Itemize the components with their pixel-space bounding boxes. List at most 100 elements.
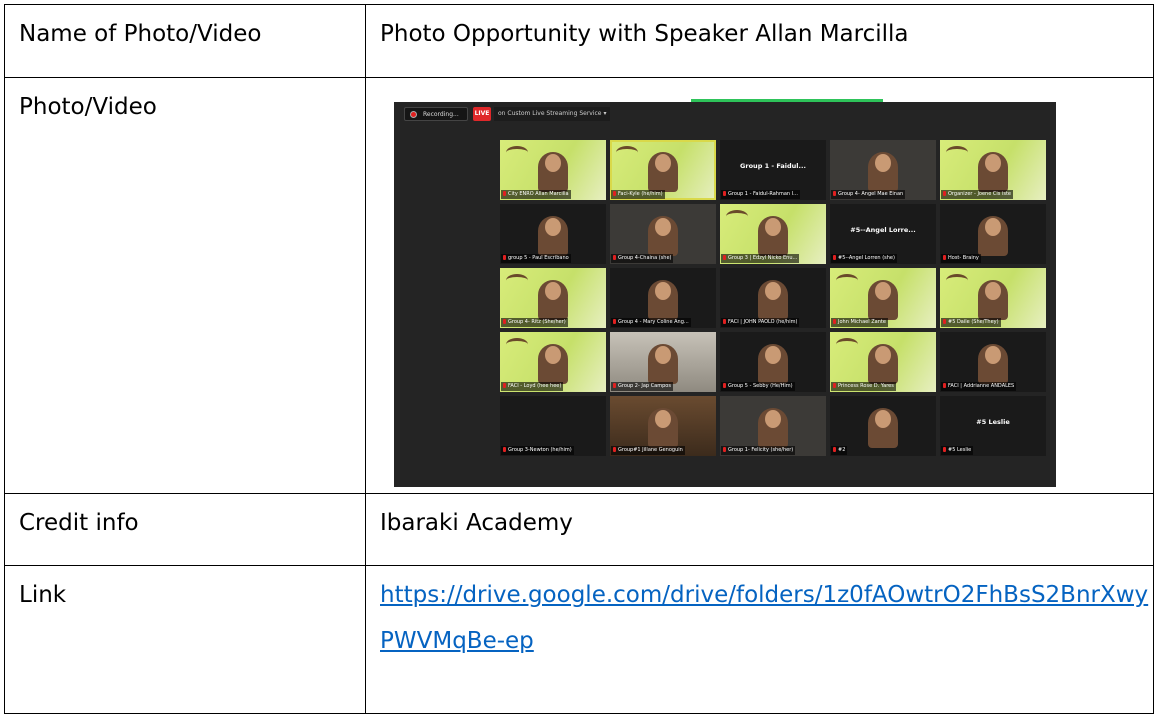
participant-tile: Princess Rose D. Yares <box>830 332 936 392</box>
muted-mic-icon <box>723 447 726 452</box>
stream-service-text: on Custom Live Streaming Service <box>498 110 602 117</box>
participant-video <box>648 408 678 448</box>
live-badge: LIVE <box>473 107 491 121</box>
muted-mic-icon <box>943 447 946 452</box>
participant-name-label: #5--Angel Lorren (she) <box>831 254 897 263</box>
participant-name: Organizer - Joene Cis iste <box>948 191 1011 197</box>
participant-name-label: Group 1- Felicity (she/her) <box>721 446 796 455</box>
participant-tile: City ENRO Allan Marcilla <box>500 140 606 200</box>
stream-service-label: on Custom Live Streaming Service ▾ <box>494 107 611 121</box>
participant-tile: Organizer - Joene Cis iste <box>940 140 1046 200</box>
bird-icon <box>506 146 528 159</box>
participant-name: FACI - Loyd (hee hee) <box>508 383 562 389</box>
participant-video <box>648 152 678 192</box>
muted-mic-icon <box>723 319 726 324</box>
muted-mic-icon <box>943 191 946 196</box>
participant-name: Group 5 - Sebby (He/Him) <box>728 383 793 389</box>
participant-video <box>868 152 898 192</box>
participant-name: Group 1- Felicity (she/her) <box>728 447 794 453</box>
muted-mic-icon <box>723 383 726 388</box>
participant-tile: John Michael Zante <box>830 268 936 328</box>
caret-down-icon: ▾ <box>603 110 607 117</box>
muted-mic-icon <box>503 319 506 324</box>
participant-tile: FACI | Addrianne ANDALES <box>940 332 1046 392</box>
participant-video <box>868 344 898 384</box>
participant-name-label: #2 <box>831 446 848 455</box>
participant-name: John Michael Zante <box>838 319 886 325</box>
bird-icon <box>616 146 638 159</box>
label-cell: Credit info <box>4 493 366 566</box>
participant-display-name: #5 Leslie <box>976 418 1010 426</box>
photo-title: Photo Opportunity with Speaker Allan Mar… <box>380 21 909 47</box>
row-label-photo: Photo/Video <box>19 94 157 120</box>
participant-tile: Group 4-Chaina (she) <box>610 204 716 264</box>
muted-mic-icon <box>613 319 616 324</box>
participant-tile: Group 5 - Sebby (He/Him) <box>720 332 826 392</box>
participant-tile: Host- Brainy <box>940 204 1046 264</box>
muted-mic-icon <box>943 255 946 260</box>
muted-mic-icon <box>613 447 616 452</box>
credit-value: Ibaraki Academy <box>380 510 573 536</box>
muted-mic-icon <box>833 447 836 452</box>
participant-name: Princess Rose D. Yares <box>838 383 894 389</box>
participant-video <box>538 152 568 192</box>
participant-tile: #5 Leslie #5 Leslie <box>940 396 1046 456</box>
participant-name-label: Faci-Kyle (he/him) <box>611 190 665 199</box>
muted-mic-icon <box>613 191 616 196</box>
value-cell: Photo Opportunity with Speaker Allan Mar… <box>365 4 1154 78</box>
participant-video <box>538 280 568 320</box>
participant-tile: FACI - Loyd (hee hee) <box>500 332 606 392</box>
table-row-credit: Credit info Ibaraki Academy <box>4 493 1154 566</box>
participant-name: City ENRO Allan Marcilla <box>508 191 569 197</box>
participant-tile: Group 1- Felicity (she/her) <box>720 396 826 456</box>
muted-mic-icon <box>613 255 616 260</box>
participant-video <box>868 280 898 320</box>
recording-button: Recording... <box>404 107 468 121</box>
participant-tile: group 5 - Paul Escribano <box>500 204 606 264</box>
row-label-link: Link <box>19 582 67 608</box>
participant-name-label: City ENRO Allan Marcilla <box>501 190 571 199</box>
muted-mic-icon <box>833 319 836 324</box>
muted-mic-icon <box>723 191 726 196</box>
participant-video <box>758 344 788 384</box>
muted-mic-icon <box>613 383 616 388</box>
drive-link[interactable]: https://drive.google.com/drive/folders/1… <box>366 566 1153 664</box>
participant-name-label: Group 5 - Sebby (He/Him) <box>721 382 795 391</box>
participant-tile: Group#1 Jillane Genoguin <box>610 396 716 456</box>
bird-icon <box>836 274 858 287</box>
participant-tile: Group 3-Newton (he/him) <box>500 396 606 456</box>
participant-name: Group 1 - Faidul-Rahman I... <box>728 191 798 197</box>
participant-video <box>978 216 1008 256</box>
muted-mic-icon <box>833 383 836 388</box>
participant-name: Group 4- Angel Mae Einan <box>838 191 904 197</box>
participant-name-label: Group 3-Newton (he/him) <box>501 446 574 455</box>
bird-icon <box>506 338 528 351</box>
participant-name: #2 <box>838 447 846 453</box>
muted-mic-icon <box>503 447 506 452</box>
participant-tile: Group 4- Ritz (She/her) <box>500 268 606 328</box>
participant-video <box>538 216 568 256</box>
participant-name: #5 Daile (She/They) <box>948 319 999 325</box>
participant-name-label: Group 4- Ritz (She/her) <box>501 318 568 327</box>
participant-name: Group#1 Jillane Genoguin <box>618 447 683 453</box>
participant-name-label: Princess Rose D. Yares <box>831 382 896 391</box>
muted-mic-icon <box>503 191 506 196</box>
value-cell: https://drive.google.com/drive/folders/1… <box>365 565 1154 714</box>
participant-name-label: Group 3 | Edzyl Nicko Enu... <box>721 254 800 263</box>
participant-tile: FACI | JOHN PAOLO (he/him) <box>720 268 826 328</box>
participant-video <box>538 344 568 384</box>
muted-mic-icon <box>833 255 836 260</box>
participant-tile: Group 4 - Mary Coline Ang... <box>610 268 716 328</box>
participant-name-label: Group 4-Chaina (she) <box>611 254 674 263</box>
participant-name-label: FACI - Loyd (hee hee) <box>501 382 564 391</box>
participant-name-label: group 5 - Paul Escribano <box>501 254 571 263</box>
participant-name-label: Group 1 - Faidul-Rahman I... <box>721 190 800 199</box>
record-icon <box>410 111 417 118</box>
participant-tile: #5 Daile (She/They) <box>940 268 1046 328</box>
label-cell: Photo/Video <box>4 77 366 494</box>
participant-name: #5--Angel Lorren (she) <box>838 255 895 261</box>
participant-name: Group 4-Chaina (she) <box>618 255 672 261</box>
participant-name: Group 2- Jap Campos <box>618 383 671 389</box>
participant-name: Faci-Kyle (he/him) <box>618 191 663 197</box>
muted-mic-icon <box>943 383 946 388</box>
